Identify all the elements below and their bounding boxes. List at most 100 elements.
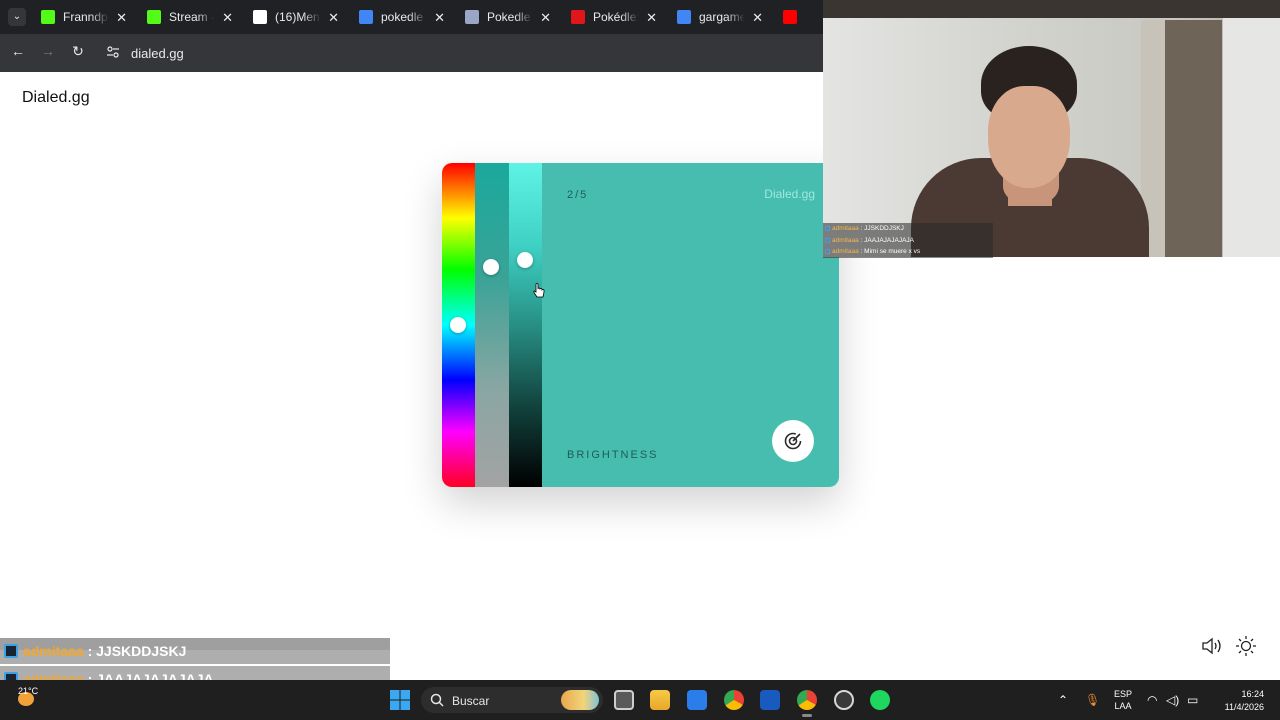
slider-mode-label: BRIGHTNESS	[567, 449, 659, 461]
tab-title: Pokedle -	[487, 10, 533, 24]
youtube-icon	[783, 10, 797, 24]
chat-username: admitaaa	[832, 225, 859, 232]
system-clock[interactable]: 16:24 11/4/2026	[1208, 688, 1264, 714]
word-icon[interactable]	[760, 690, 780, 710]
tab-title: gargamel	[699, 10, 745, 24]
site-logo[interactable]: Dialed.gg	[22, 89, 90, 107]
chat-text: : JAAJAJAJAJAJA	[858, 236, 915, 244]
browser-tab[interactable]: Franndp V ✕	[29, 0, 135, 34]
file-explorer-icon[interactable]	[650, 690, 670, 710]
site-info-icon[interactable]	[106, 45, 120, 59]
clock-time: 16:24	[1241, 689, 1264, 699]
active-app-indicator	[802, 714, 812, 717]
chat-text: : JJSKDDJSKJ	[87, 643, 187, 659]
browser-tab[interactable]: Pokédle: P ✕	[559, 0, 665, 34]
google-icon	[359, 10, 373, 24]
pokemon-icon	[465, 10, 479, 24]
color-picker-card: 2/5 Dialed.gg BRIGHTNESS	[442, 163, 839, 487]
close-tab-icon[interactable]: ✕	[752, 10, 763, 26]
webcam-wall	[1223, 18, 1280, 257]
spotify-icon[interactable]	[870, 690, 890, 710]
chat-username: admitaaa	[832, 236, 859, 244]
volume-icon[interactable]	[1201, 636, 1223, 656]
close-tab-icon[interactable]: ✕	[116, 10, 127, 26]
browser-tab[interactable]: gargamel ✕	[665, 0, 771, 34]
chat-text: : Mimi se muere x vs	[858, 248, 921, 255]
google-icon	[677, 10, 691, 24]
close-tab-icon[interactable]: ✕	[222, 10, 233, 26]
search-highlight-icon	[561, 690, 599, 710]
webcam-chat-message: admitaaa : Mimi se muere x vs	[823, 246, 993, 258]
keyboard-layout: LAA	[1114, 701, 1132, 711]
browser-tab[interactable]: pokedle - ✕	[347, 0, 453, 34]
pokedle-icon	[571, 10, 585, 24]
windows-start-icon[interactable]	[390, 690, 410, 710]
browser-tab[interactable]: (16)Mensa ✕	[241, 0, 347, 34]
reload-button[interactable]: ↻	[68, 43, 88, 60]
hand-cursor-icon	[533, 283, 545, 298]
chat-platform-icon	[4, 644, 18, 658]
weather-temperature[interactable]: 21°C	[18, 686, 38, 696]
tab-title: Pokédle: P	[593, 10, 639, 24]
submit-button[interactable]	[772, 420, 814, 462]
browser-tab[interactable]: Stream - K ✕	[135, 0, 241, 34]
tiktok-icon	[253, 10, 267, 24]
microphone-icon[interactable]: 🎙	[1085, 693, 1100, 707]
webcam-ceiling	[823, 0, 1280, 18]
language-code: ESP	[1113, 689, 1132, 699]
back-button[interactable]: ←	[8, 43, 28, 59]
chrome-profile-icon[interactable]	[797, 690, 817, 710]
tab-title: Stream - K	[169, 10, 215, 24]
speaker-icon[interactable]: ◁)	[1166, 693, 1179, 707]
close-tab-icon[interactable]: ✕	[434, 10, 445, 26]
chat-platform-icon	[825, 249, 830, 254]
saturation-slider-handle[interactable]	[483, 258, 499, 275]
language-indicator[interactable]: ESP LAA	[1113, 688, 1133, 712]
obs-icon[interactable]	[834, 690, 854, 710]
wifi-icon[interactable]: ◠	[1147, 693, 1157, 707]
kick-icon	[147, 10, 161, 24]
saturation-slider[interactable]	[475, 163, 509, 487]
kick-icon	[41, 10, 55, 24]
tab-title: pokedle -	[381, 10, 427, 24]
chat-username: admitaaa	[23, 643, 84, 659]
webcam-person-face	[988, 86, 1070, 188]
chrome-icon[interactable]	[724, 690, 744, 710]
webcam-chat-message: admitaaa : JAAJAJAJAJAJA	[823, 234, 993, 246]
search-icon	[430, 693, 444, 707]
webcam-feed	[823, 0, 1280, 257]
browser-tab[interactable]: (3)	[771, 0, 805, 34]
tab-title: Franndp V	[63, 10, 109, 24]
chat-username: admitaaa	[832, 248, 859, 255]
microsoft-store-icon[interactable]	[687, 690, 707, 710]
address-bar[interactable]: dialed.gg	[131, 46, 184, 61]
forward-button[interactable]: →	[38, 43, 58, 59]
webcam-door	[1165, 20, 1222, 257]
close-tab-icon[interactable]: ✕	[646, 10, 657, 26]
chat-platform-icon	[825, 237, 830, 243]
close-tab-icon[interactable]: ✕	[328, 10, 339, 26]
card-brand-label: Dialed.gg	[764, 187, 815, 201]
tab-search-button[interactable]: ⌄	[8, 8, 26, 26]
webcam-chat-message: admitaaa : JJSKDDJSKJ	[823, 223, 993, 235]
webcam-chat-overlay: admitaaa : JJSKDDJSKJ admitaaa : JAAJAJAJ…	[823, 223, 993, 258]
theme-toggle-icon[interactable]	[1235, 635, 1257, 657]
search-placeholder[interactable]: Buscar	[452, 694, 489, 708]
hue-slider[interactable]	[442, 163, 476, 487]
chat-message: admitaaa : JJSKDDJSKJ	[0, 638, 390, 664]
target-icon	[784, 432, 802, 450]
brightness-slider[interactable]	[509, 163, 543, 487]
color-preview-panel: 2/5 Dialed.gg BRIGHTNESS	[542, 163, 839, 487]
chevron-up-icon[interactable]: ⌃	[1058, 693, 1068, 707]
close-tab-icon[interactable]: ✕	[540, 10, 551, 26]
brightness-slider-handle[interactable]	[517, 252, 533, 269]
clock-date: 11/4/2026	[1224, 702, 1264, 712]
round-counter: 2/5	[567, 189, 589, 201]
battery-icon[interactable]: ▭	[1187, 693, 1198, 707]
tab-title: (16)Mensa	[275, 10, 321, 24]
task-view-icon[interactable]	[614, 690, 634, 710]
chat-text: : JJSKDDJSKJ	[858, 225, 904, 232]
hue-slider-handle[interactable]	[450, 317, 466, 333]
browser-tab[interactable]: Pokedle - ✕	[453, 0, 559, 34]
chat-platform-icon	[825, 226, 830, 231]
